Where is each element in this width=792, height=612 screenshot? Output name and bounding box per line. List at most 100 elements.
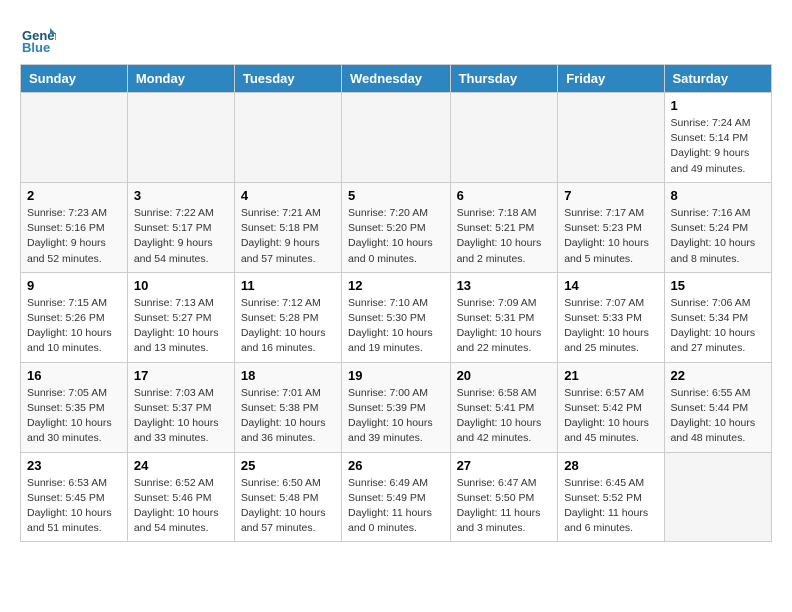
- day-number: 17: [134, 368, 228, 383]
- day-info: Sunrise: 7:20 AM Sunset: 5:20 PM Dayligh…: [348, 206, 444, 267]
- day-number: 20: [457, 368, 552, 383]
- day-info: Sunrise: 7:18 AM Sunset: 5:21 PM Dayligh…: [457, 206, 552, 267]
- day-info: Sunrise: 6:47 AM Sunset: 5:50 PM Dayligh…: [457, 476, 552, 537]
- day-info: Sunrise: 7:22 AM Sunset: 5:17 PM Dayligh…: [134, 206, 228, 267]
- calendar-cell: 15 Sunrise: 7:06 AM Sunset: 5:34 PM Dayli…: [664, 272, 771, 362]
- day-info: Sunrise: 6:53 AM Sunset: 5:45 PM Dayligh…: [27, 476, 121, 537]
- day-info: Sunrise: 7:12 AM Sunset: 5:28 PM Dayligh…: [241, 296, 335, 357]
- day-info: Sunrise: 7:24 AM Sunset: 5:14 PM Dayligh…: [671, 116, 765, 177]
- calendar-header-row: SundayMondayTuesdayWednesdayThursdayFrid…: [21, 65, 772, 93]
- weekday-header: Sunday: [21, 65, 128, 93]
- day-number: 7: [564, 188, 657, 203]
- calendar-cell: [127, 93, 234, 183]
- day-number: 6: [457, 188, 552, 203]
- calendar-week-row: 9Sunrise: 7:15 AM Sunset: 5:26 PM Daylig…: [21, 272, 772, 362]
- weekday-header: Monday: [127, 65, 234, 93]
- weekday-header: Saturday: [664, 65, 771, 93]
- calendar-week-row: 16 Sunrise: 7:05 AM Sunset: 5:35 PM Dayli…: [21, 362, 772, 452]
- day-number: 3: [134, 188, 228, 203]
- day-info: Sunrise: 7:10 AM Sunset: 5:30 PM Dayligh…: [348, 296, 444, 357]
- calendar-cell: [21, 93, 128, 183]
- day-number: 16: [27, 368, 121, 383]
- calendar-cell: 23 Sunrise: 6:53 AM Sunset: 5:45 PM Dayli…: [21, 452, 128, 542]
- day-number: 4: [241, 188, 335, 203]
- day-info: Sunrise: 7:09 AM Sunset: 5:31 PM Dayligh…: [457, 296, 552, 357]
- day-number: 15: [671, 278, 765, 293]
- day-info: Sunrise: 7:00 AM Sunset: 5:39 PM Dayligh…: [348, 386, 444, 447]
- day-number: 2: [27, 188, 121, 203]
- calendar-cell: 5 Sunrise: 7:20 AM Sunset: 5:20 PM Daylig…: [342, 182, 451, 272]
- day-number: 1: [671, 98, 765, 113]
- calendar-cell: 8 Sunrise: 7:16 AM Sunset: 5:24 PM Daylig…: [664, 182, 771, 272]
- calendar-cell: 22 Sunrise: 6:55 AM Sunset: 5:44 PM Dayli…: [664, 362, 771, 452]
- calendar-cell: 18 Sunrise: 7:01 AM Sunset: 5:38 PM Dayli…: [234, 362, 341, 452]
- calendar-cell: 21 Sunrise: 6:57 AM Sunset: 5:42 PM Dayli…: [558, 362, 664, 452]
- calendar-cell: 4 Sunrise: 7:21 AM Sunset: 5:18 PM Daylig…: [234, 182, 341, 272]
- calendar-cell: 20Sunrise: 6:58 AM Sunset: 5:41 PM Dayli…: [450, 362, 558, 452]
- day-info: Sunrise: 7:07 AM Sunset: 5:33 PM Dayligh…: [564, 296, 657, 357]
- calendar-week-row: 2Sunrise: 7:23 AM Sunset: 5:16 PM Daylig…: [21, 182, 772, 272]
- calendar-cell: 24 Sunrise: 6:52 AM Sunset: 5:46 PM Dayli…: [127, 452, 234, 542]
- day-number: 18: [241, 368, 335, 383]
- calendar-cell: 12 Sunrise: 7:10 AM Sunset: 5:30 PM Dayli…: [342, 272, 451, 362]
- calendar-cell: 27 Sunrise: 6:47 AM Sunset: 5:50 PM Dayli…: [450, 452, 558, 542]
- day-info: Sunrise: 7:06 AM Sunset: 5:34 PM Dayligh…: [671, 296, 765, 357]
- weekday-header: Friday: [558, 65, 664, 93]
- day-number: 27: [457, 458, 552, 473]
- calendar-cell: [558, 93, 664, 183]
- calendar-cell: 2Sunrise: 7:23 AM Sunset: 5:16 PM Daylig…: [21, 182, 128, 272]
- day-number: 12: [348, 278, 444, 293]
- calendar-cell: 19 Sunrise: 7:00 AM Sunset: 5:39 PM Dayli…: [342, 362, 451, 452]
- day-info: Sunrise: 6:50 AM Sunset: 5:48 PM Dayligh…: [241, 476, 335, 537]
- calendar-cell: 13 Sunrise: 7:09 AM Sunset: 5:31 PM Dayli…: [450, 272, 558, 362]
- day-info: Sunrise: 6:57 AM Sunset: 5:42 PM Dayligh…: [564, 386, 657, 447]
- calendar-cell: 6 Sunrise: 7:18 AM Sunset: 5:21 PM Daylig…: [450, 182, 558, 272]
- day-info: Sunrise: 7:01 AM Sunset: 5:38 PM Dayligh…: [241, 386, 335, 447]
- calendar-body: 1 Sunrise: 7:24 AM Sunset: 5:14 PM Daylig…: [21, 93, 772, 542]
- day-number: 8: [671, 188, 765, 203]
- day-info: Sunrise: 7:16 AM Sunset: 5:24 PM Dayligh…: [671, 206, 765, 267]
- day-info: Sunrise: 7:03 AM Sunset: 5:37 PM Dayligh…: [134, 386, 228, 447]
- day-info: Sunrise: 7:05 AM Sunset: 5:35 PM Dayligh…: [27, 386, 121, 447]
- calendar-cell: 14 Sunrise: 7:07 AM Sunset: 5:33 PM Dayli…: [558, 272, 664, 362]
- weekday-header: Wednesday: [342, 65, 451, 93]
- day-number: 13: [457, 278, 552, 293]
- weekday-header: Thursday: [450, 65, 558, 93]
- day-info: Sunrise: 7:21 AM Sunset: 5:18 PM Dayligh…: [241, 206, 335, 267]
- calendar-cell: 26 Sunrise: 6:49 AM Sunset: 5:49 PM Dayli…: [342, 452, 451, 542]
- calendar-cell: 16 Sunrise: 7:05 AM Sunset: 5:35 PM Dayli…: [21, 362, 128, 452]
- calendar-cell: 9Sunrise: 7:15 AM Sunset: 5:26 PM Daylig…: [21, 272, 128, 362]
- day-number: 5: [348, 188, 444, 203]
- calendar-cell: 28Sunrise: 6:45 AM Sunset: 5:52 PM Dayli…: [558, 452, 664, 542]
- calendar-cell: 11 Sunrise: 7:12 AM Sunset: 5:28 PM Dayli…: [234, 272, 341, 362]
- calendar-week-row: 1 Sunrise: 7:24 AM Sunset: 5:14 PM Daylig…: [21, 93, 772, 183]
- svg-text:Blue: Blue: [22, 40, 50, 55]
- calendar-week-row: 23 Sunrise: 6:53 AM Sunset: 5:45 PM Dayli…: [21, 452, 772, 542]
- day-number: 11: [241, 278, 335, 293]
- calendar-cell: 1 Sunrise: 7:24 AM Sunset: 5:14 PM Daylig…: [664, 93, 771, 183]
- day-number: 21: [564, 368, 657, 383]
- day-number: 19: [348, 368, 444, 383]
- calendar-cell: [342, 93, 451, 183]
- header: General Blue: [20, 20, 772, 56]
- day-info: Sunrise: 6:45 AM Sunset: 5:52 PM Dayligh…: [564, 476, 657, 537]
- day-number: 26: [348, 458, 444, 473]
- day-number: 24: [134, 458, 228, 473]
- day-info: Sunrise: 7:17 AM Sunset: 5:23 PM Dayligh…: [564, 206, 657, 267]
- day-info: Sunrise: 6:49 AM Sunset: 5:49 PM Dayligh…: [348, 476, 444, 537]
- day-number: 14: [564, 278, 657, 293]
- calendar-cell: [450, 93, 558, 183]
- calendar-cell: 7 Sunrise: 7:17 AM Sunset: 5:23 PM Daylig…: [558, 182, 664, 272]
- calendar-cell: [664, 452, 771, 542]
- day-info: Sunrise: 7:15 AM Sunset: 5:26 PM Dayligh…: [27, 296, 121, 357]
- day-info: Sunrise: 6:55 AM Sunset: 5:44 PM Dayligh…: [671, 386, 765, 447]
- day-info: Sunrise: 6:52 AM Sunset: 5:46 PM Dayligh…: [134, 476, 228, 537]
- day-number: 23: [27, 458, 121, 473]
- day-number: 22: [671, 368, 765, 383]
- calendar-cell: 17 Sunrise: 7:03 AM Sunset: 5:37 PM Dayli…: [127, 362, 234, 452]
- calendar-cell: [234, 93, 341, 183]
- logo: General Blue: [20, 20, 58, 56]
- calendar-table: SundayMondayTuesdayWednesdayThursdayFrid…: [20, 64, 772, 542]
- day-info: Sunrise: 7:13 AM Sunset: 5:27 PM Dayligh…: [134, 296, 228, 357]
- calendar-cell: 25Sunrise: 6:50 AM Sunset: 5:48 PM Dayli…: [234, 452, 341, 542]
